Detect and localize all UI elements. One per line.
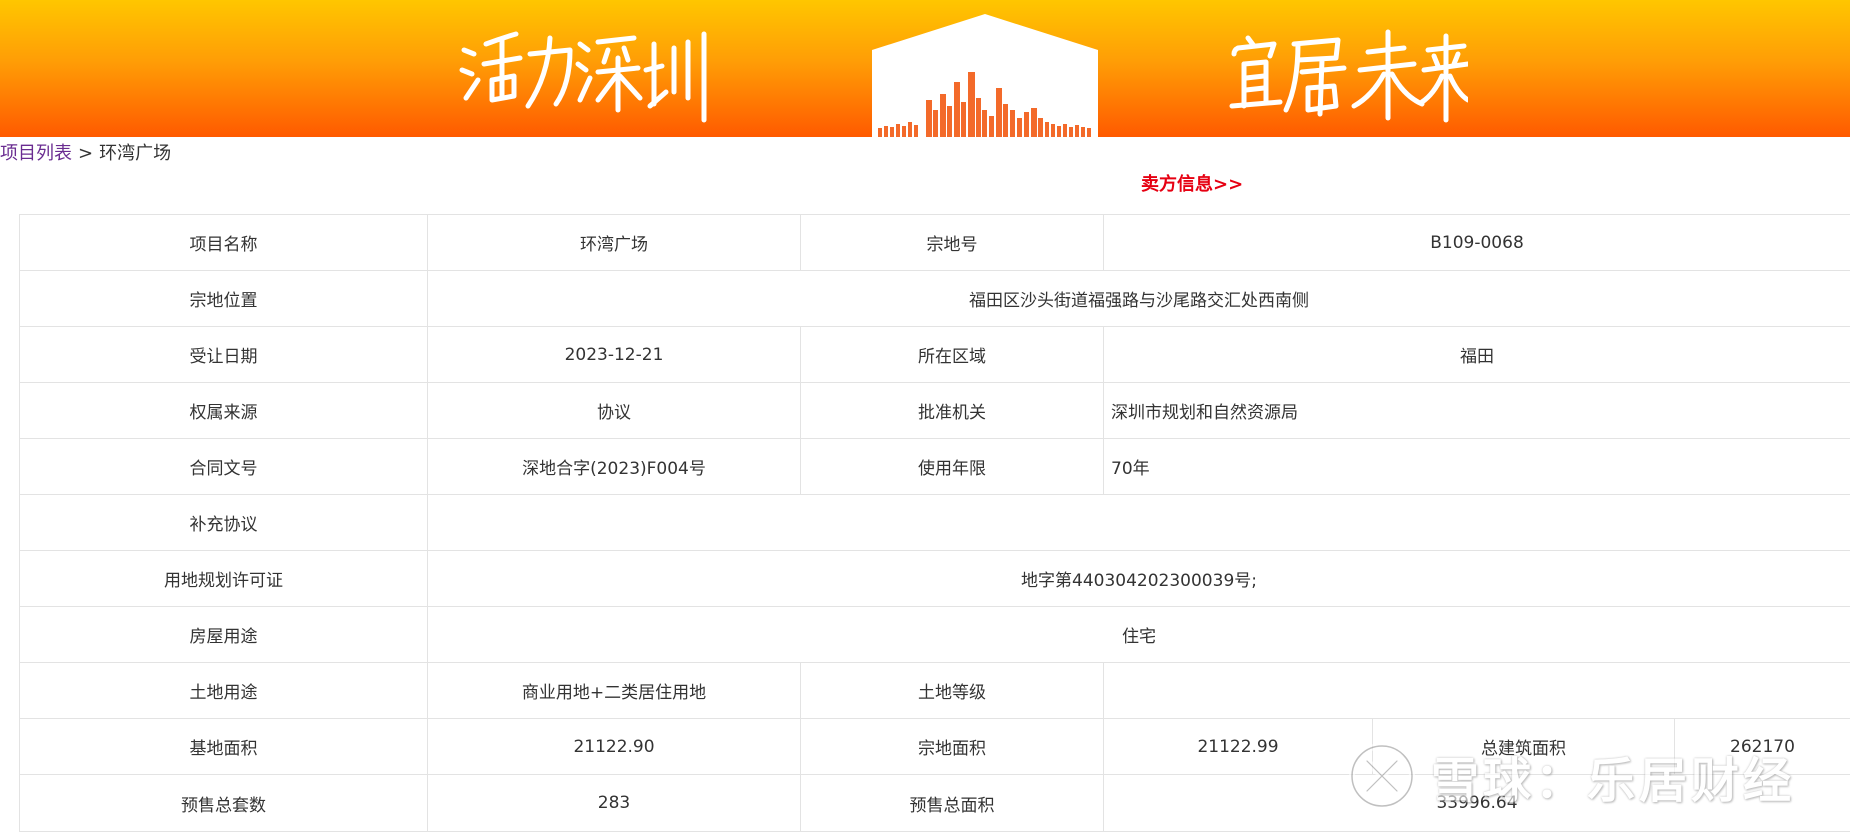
land-use-value: 商业用地+二类居住用地 (427, 662, 801, 719)
table-row: 预售总套数 283 预售总面积 33996.64 (19, 774, 1850, 832)
ownership-source-value: 协议 (427, 382, 801, 439)
land-grade-label: 土地等级 (800, 662, 1104, 719)
presale-units-value: 283 (427, 774, 801, 832)
presale-area-value: 33996.64 (1102, 774, 1850, 832)
transfer-date-label: 受让日期 (19, 326, 428, 383)
table-row: 宗地位置 福田区沙头街道福强路与沙尾路交汇处西南侧 (19, 270, 1850, 327)
supplementary-value (426, 494, 1850, 551)
approval-authority-value: 深圳市规划和自然资源局 (1102, 382, 1850, 439)
parcel-area-label: 宗地面积 (800, 718, 1104, 775)
transfer-date-value: 2023-12-21 (427, 326, 801, 383)
house-use-value: 住宅 (426, 606, 1850, 663)
contract-no-value: 深地合字(2023)F004号 (427, 438, 801, 495)
table-row: 项目名称 环湾广场 宗地号 B109-0068 (19, 214, 1850, 271)
breadcrumb-current: 环湾广场 (99, 143, 172, 164)
base-area-label: 基地面积 (19, 718, 428, 775)
table-row: 房屋用途 住宅 (19, 606, 1850, 663)
district-label: 所在区域 (800, 326, 1104, 383)
parcel-location-label: 宗地位置 (19, 270, 428, 327)
project-name-label: 项目名称 (19, 214, 428, 271)
parcel-no-label: 宗地号 (800, 214, 1104, 271)
table-row: 合同文号 深地合字(2023)F004号 使用年限 70年 (19, 438, 1850, 495)
presale-units-label: 预售总套数 (19, 774, 428, 832)
parcel-location-value: 福田区沙头街道福强路与沙尾路交汇处西南侧 (426, 270, 1850, 327)
contract-no-label: 合同文号 (19, 438, 428, 495)
usage-term-value: 70年 (1102, 438, 1850, 495)
table-row: 土地用途 商业用地+二类居住用地 土地等级 (19, 662, 1850, 719)
table-row: 用地规划许可证 地字第440304202300039号; (19, 550, 1850, 607)
land-use-label: 土地用途 (19, 662, 428, 719)
parcel-area-value: 21122.99 (1103, 718, 1373, 775)
slogan-right-logo (1229, 29, 1468, 123)
city-skyline-logo (872, 14, 1098, 137)
table-row: 基地面积 21122.90 宗地面积 21122.99 总建筑面积 262170 (19, 718, 1850, 775)
header-banner (0, 0, 1850, 137)
table-row: 权属来源 协议 批准机关 深圳市规划和自然资源局 (19, 382, 1850, 439)
house-use-label: 房屋用途 (19, 606, 428, 663)
table-row: 补充协议 (19, 494, 1850, 551)
land-permit-label: 用地规划许可证 (19, 550, 428, 607)
approval-authority-label: 批准机关 (800, 382, 1104, 439)
parcel-no-value: B109-0068 (1102, 214, 1850, 271)
total-floor-area-value: 262170 (1673, 718, 1850, 775)
breadcrumb-separator: > (78, 143, 94, 164)
supplementary-label: 补充协议 (19, 494, 428, 551)
breadcrumb-project-list-link[interactable]: 项目列表 (0, 143, 72, 164)
breadcrumb: 项目列表 > 环湾广场 (0, 142, 171, 166)
district-value: 福田 (1102, 326, 1850, 383)
land-grade-value (1102, 662, 1850, 719)
ownership-source-label: 权属来源 (19, 382, 428, 439)
seller-info-link[interactable]: 卖方信息>> (1141, 173, 1243, 197)
project-info-table: 项目名称 环湾广场 宗地号 B109-0068 宗地位置 福田区沙头街道福强路与… (19, 214, 1850, 832)
land-permit-value: 地字第440304202300039号; (426, 550, 1850, 607)
table-row: 受让日期 2023-12-21 所在区域 福田 (19, 326, 1850, 383)
project-name-value: 环湾广场 (427, 214, 801, 271)
total-floor-area-label: 总建筑面积 (1372, 718, 1675, 775)
base-area-value: 21122.90 (427, 718, 801, 775)
slogan-left-logo (459, 31, 707, 123)
usage-term-label: 使用年限 (800, 438, 1104, 495)
presale-area-label: 预售总面积 (800, 774, 1104, 832)
